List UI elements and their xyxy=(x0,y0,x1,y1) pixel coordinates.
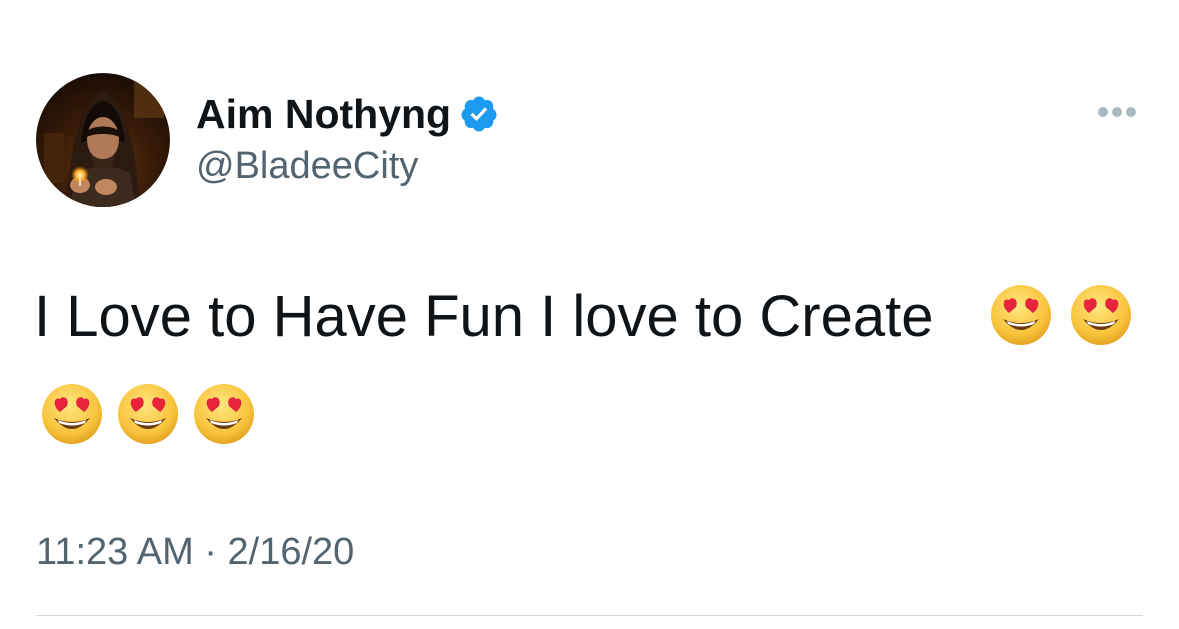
tweet-text-body: I Love to Have Fun I love to Create xyxy=(34,284,934,349)
verified-badge-icon xyxy=(459,94,499,134)
author-handle[interactable]: @BladeeCity xyxy=(196,142,418,190)
tweet-text: I Love to Have Fun I love to Create xyxy=(34,280,1144,354)
avatar-image xyxy=(36,73,170,207)
heart-eyes-emoji-icon xyxy=(1069,283,1133,347)
more-options-button[interactable] xyxy=(1091,97,1143,127)
display-name-text: Aim Nothyng xyxy=(196,91,452,137)
tweet-date: 2/16/20 xyxy=(227,531,355,573)
tweet-time: 11:23 AM xyxy=(36,531,194,573)
heart-eyes-emoji-icon xyxy=(40,382,104,446)
heart-eyes-emoji-icon xyxy=(116,382,180,446)
author-display-name[interactable]: Aim Nothyng xyxy=(196,88,499,140)
emoji-group-line-1 xyxy=(989,283,1149,353)
divider xyxy=(36,615,1143,616)
tweet-timestamp[interactable]: 11:23 AM · 2/16/20 xyxy=(36,528,354,576)
emoji-group-line-2 xyxy=(40,382,268,452)
timestamp-separator: · xyxy=(204,531,217,573)
heart-eyes-emoji-icon xyxy=(989,283,1053,347)
more-options-icon xyxy=(1098,107,1136,117)
heart-eyes-emoji-icon xyxy=(192,382,256,446)
avatar[interactable] xyxy=(36,73,170,207)
